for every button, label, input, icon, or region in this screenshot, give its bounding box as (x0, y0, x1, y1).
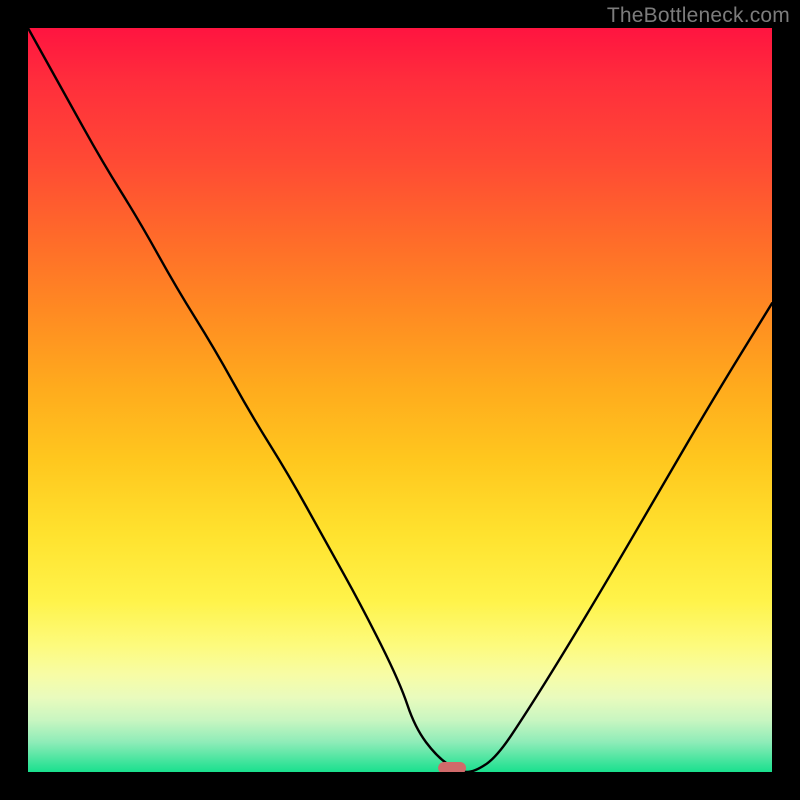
watermark-text: TheBottleneck.com (607, 4, 790, 28)
min-marker (438, 762, 466, 772)
plot-area (28, 28, 772, 772)
bottleneck-curve (28, 28, 772, 772)
curve-layer (28, 28, 772, 772)
chart-frame: TheBottleneck.com (0, 0, 800, 800)
